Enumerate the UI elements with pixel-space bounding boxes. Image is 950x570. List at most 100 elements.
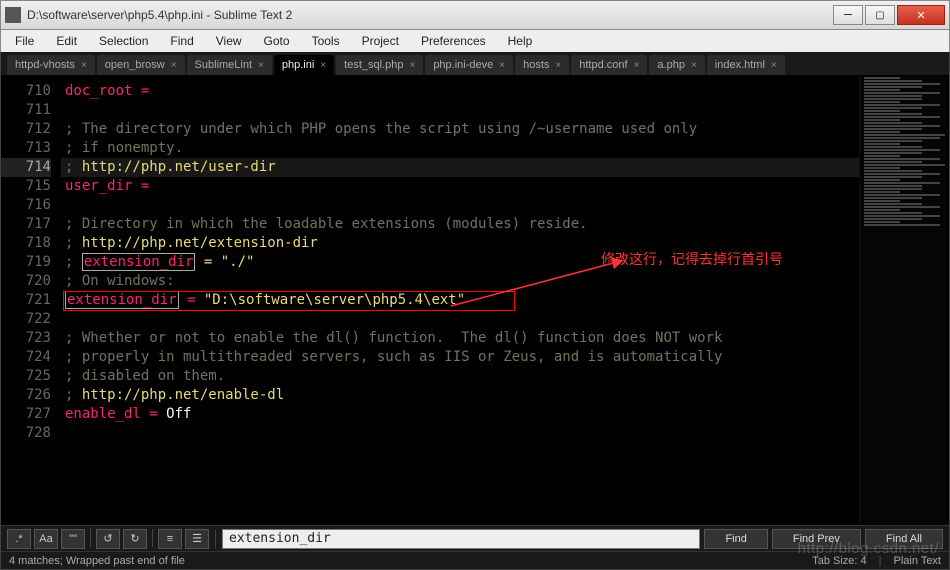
- close-button[interactable]: [897, 5, 945, 25]
- menu-help[interactable]: Help: [498, 32, 543, 50]
- tab-label: php.ini: [282, 59, 314, 71]
- find-button[interactable]: Find: [704, 529, 767, 549]
- code-area[interactable]: doc_root = ; The directory under which P…: [61, 76, 859, 525]
- find-opt-4[interactable]: ↻: [123, 529, 147, 549]
- menu-selection[interactable]: Selection: [89, 32, 158, 50]
- tab-close-icon[interactable]: ×: [409, 60, 415, 71]
- tab-close-icon[interactable]: ×: [634, 60, 640, 71]
- tab-8[interactable]: a.php×: [649, 55, 704, 75]
- tab-close-icon[interactable]: ×: [771, 60, 777, 71]
- code-line-724: ; properly in multithreaded servers, suc…: [61, 348, 859, 367]
- find-opt-0[interactable]: .*: [7, 529, 31, 549]
- tab-5[interactable]: php.ini-deve ×: [425, 55, 513, 75]
- code-line-720: ; On windows:: [61, 272, 859, 291]
- line-number: 720: [1, 272, 51, 291]
- tab-close-icon[interactable]: ×: [555, 60, 561, 71]
- code-line-713: ; if nonempty.: [61, 139, 859, 158]
- tab-4[interactable]: test_sql.php ×: [336, 55, 423, 75]
- code-line-714: ; http://php.net/user-dir: [61, 158, 859, 177]
- tab-label: open_brosw: [105, 59, 165, 71]
- tab-close-icon[interactable]: ×: [171, 60, 177, 71]
- window-titlebar: D:\software\server\php5.4\php.ini - Subl…: [0, 0, 950, 30]
- tab-0[interactable]: httpd-vhosts ×: [7, 55, 95, 75]
- menu-file[interactable]: File: [5, 32, 44, 50]
- gutter: 7107117127137147157167177187197207217227…: [1, 76, 61, 525]
- find-opt-5[interactable]: ≡: [158, 529, 182, 549]
- line-number: 718: [1, 234, 51, 253]
- tab-1[interactable]: open_brosw ×: [97, 55, 185, 75]
- workspace: httpd-vhosts×open_brosw×SublimeLint×php.…: [0, 52, 950, 570]
- menubar: FileEditSelectionFindViewGotoToolsProjec…: [0, 30, 950, 52]
- line-number: 721: [1, 291, 51, 310]
- tab-close-icon[interactable]: ×: [691, 60, 697, 71]
- line-number: 727: [1, 405, 51, 424]
- line-number: 712: [1, 120, 51, 139]
- menu-edit[interactable]: Edit: [46, 32, 87, 50]
- code-line-721: extension_dir = "D:\software\server\php5…: [61, 291, 859, 310]
- find-bar: .*Aa"" ↺↻ ≡☰ Find Find Prev Find All: [1, 525, 949, 551]
- tab-6[interactable]: hosts ×: [515, 55, 569, 75]
- line-number: 710: [1, 82, 51, 101]
- find-prev-button[interactable]: Find Prev: [772, 529, 861, 549]
- line-number: 724: [1, 348, 51, 367]
- minimize-button[interactable]: [833, 5, 863, 25]
- tab-label: index.html: [715, 59, 765, 71]
- find-opt-3[interactable]: ↺: [96, 529, 120, 549]
- code-line-717: ; Directory in which the loadable extens…: [61, 215, 859, 234]
- editor: 7107117127137147157167177187197207217227…: [1, 76, 949, 525]
- line-number: 711: [1, 101, 51, 120]
- tabbar: httpd-vhosts×open_brosw×SublimeLint×php.…: [1, 52, 949, 76]
- code-line-715: user_dir =: [61, 177, 859, 196]
- line-number: 728: [1, 424, 51, 443]
- code-line-719: ; extension_dir = "./": [61, 253, 859, 272]
- code-line-723: ; Whether or not to enable the dl() func…: [61, 329, 859, 348]
- line-number: 726: [1, 386, 51, 405]
- line-number: 719: [1, 253, 51, 272]
- tab-label: hosts: [523, 59, 549, 71]
- menu-project[interactable]: Project: [352, 32, 409, 50]
- tab-close-icon[interactable]: ×: [320, 60, 326, 71]
- window-buttons: [833, 5, 945, 25]
- find-input[interactable]: [222, 529, 700, 549]
- minimap[interactable]: [859, 76, 949, 525]
- menu-find[interactable]: Find: [160, 32, 203, 50]
- tab-2[interactable]: SublimeLint×: [187, 55, 272, 75]
- menu-view[interactable]: View: [206, 32, 252, 50]
- tab-close-icon[interactable]: ×: [81, 60, 87, 71]
- menu-tools[interactable]: Tools: [302, 32, 350, 50]
- menu-goto[interactable]: Goto: [254, 32, 300, 50]
- line-number: 713: [1, 139, 51, 158]
- window-title: D:\software\server\php5.4\php.ini - Subl…: [27, 8, 833, 22]
- status-syntax[interactable]: Plain Text: [894, 555, 942, 567]
- line-number: 715: [1, 177, 51, 196]
- code-line-716: [61, 196, 859, 215]
- code-line-728: [61, 424, 859, 443]
- separator: [215, 530, 216, 548]
- code-line-710: doc_root =: [61, 82, 859, 101]
- line-number: 723: [1, 329, 51, 348]
- find-opt-2[interactable]: "": [61, 529, 85, 549]
- menu-preferences[interactable]: Preferences: [411, 32, 496, 50]
- app-icon: [5, 7, 21, 23]
- code-line-718: ; http://php.net/extension-dir: [61, 234, 859, 253]
- find-opt-6[interactable]: ☰: [185, 529, 209, 549]
- tab-3[interactable]: php.ini ×: [274, 55, 334, 75]
- find-opt-1[interactable]: Aa: [34, 529, 58, 549]
- tab-close-icon[interactable]: ×: [499, 60, 505, 71]
- maximize-button[interactable]: [865, 5, 895, 25]
- code-line-725: ; disabled on them.: [61, 367, 859, 386]
- line-number: 717: [1, 215, 51, 234]
- tab-7[interactable]: httpd.conf×: [571, 55, 647, 75]
- status-matches: 4 matches; Wrapped past end of file: [9, 555, 185, 567]
- line-number: 716: [1, 196, 51, 215]
- code-line-727: enable_dl = Off: [61, 405, 859, 424]
- status-tabsize[interactable]: Tab Size: 4: [812, 555, 866, 567]
- tab-label: test_sql.php: [344, 59, 403, 71]
- code-line-711: [61, 101, 859, 120]
- tab-close-icon[interactable]: ×: [258, 60, 264, 71]
- tab-label: httpd-vhosts: [15, 59, 75, 71]
- tab-label: php.ini-deve: [433, 59, 493, 71]
- find-all-button[interactable]: Find All: [865, 529, 943, 549]
- code-line-726: ; http://php.net/enable-dl: [61, 386, 859, 405]
- tab-9[interactable]: index.html ×: [707, 55, 785, 75]
